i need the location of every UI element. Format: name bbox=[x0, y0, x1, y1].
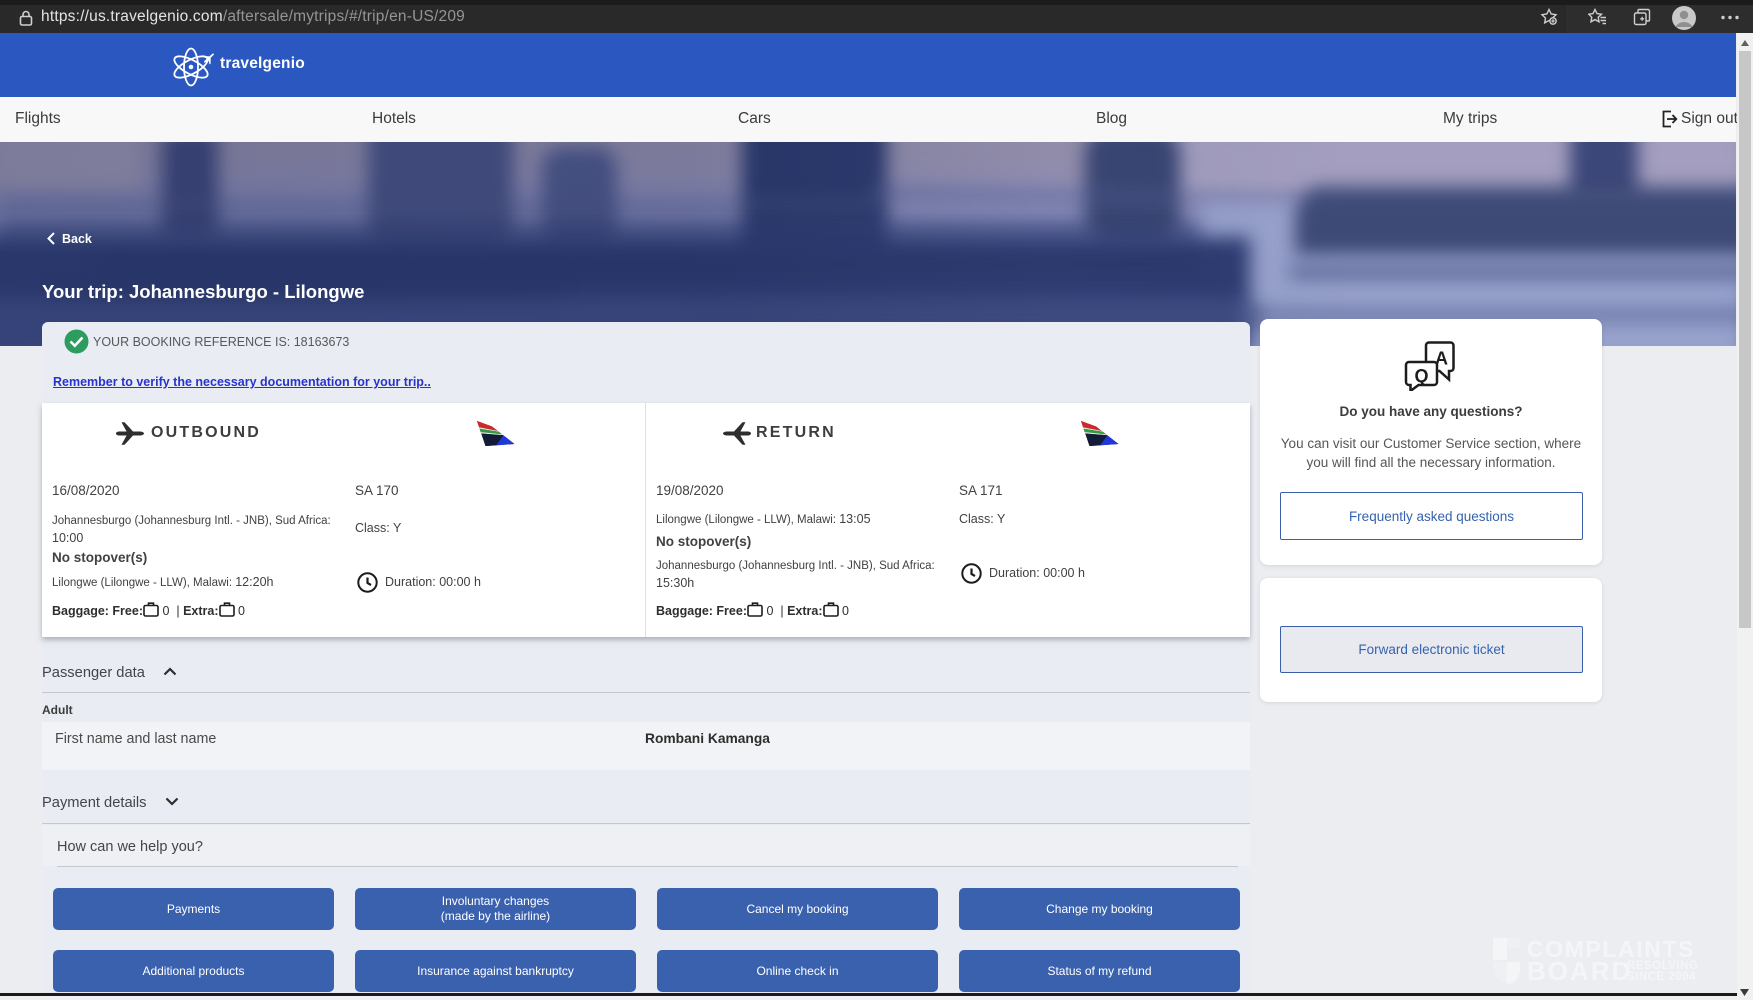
svg-text:Q: Q bbox=[1414, 366, 1428, 386]
svg-text:BOARD: BOARD bbox=[1527, 956, 1632, 986]
svg-text:SINCE 2004: SINCE 2004 bbox=[1627, 971, 1696, 983]
